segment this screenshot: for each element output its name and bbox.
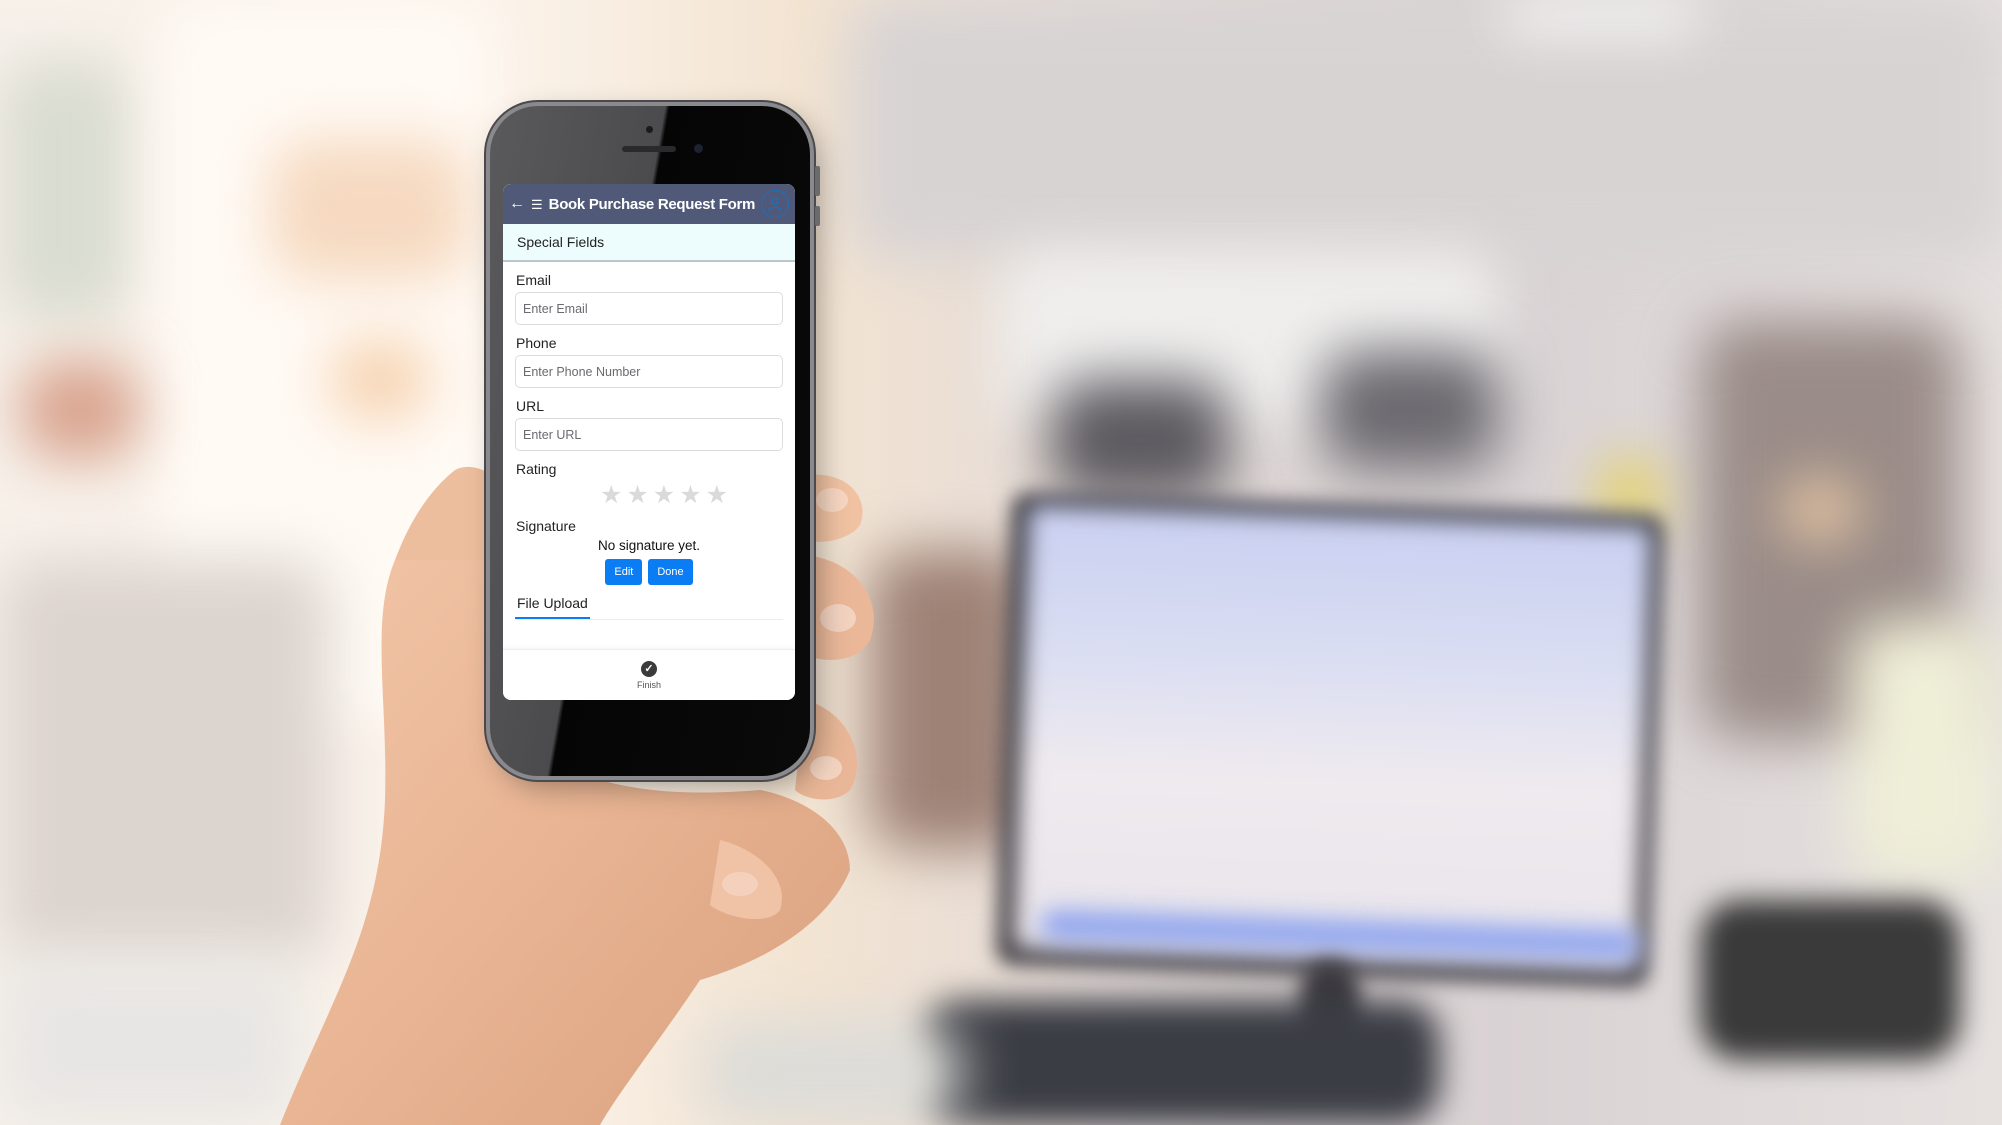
- proximity-sensor: [646, 126, 653, 133]
- star-icon[interactable]: ★: [600, 483, 622, 508]
- side-button: [815, 206, 820, 226]
- check-circle-icon: ✓: [640, 660, 657, 677]
- section-header: Special Fields: [503, 224, 795, 262]
- side-button: [815, 166, 820, 196]
- page-title: Book Purchase Request Form: [548, 195, 756, 213]
- signature-edit-button[interactable]: Edit: [605, 559, 643, 585]
- star-icon[interactable]: ★: [679, 483, 701, 508]
- finish-label: Finish: [636, 679, 661, 690]
- form-body: Email Phone URL Rating ★ ★ ★ ★ ★ Signatu…: [503, 262, 795, 620]
- earpiece-speaker: [622, 146, 676, 152]
- email-label: Email: [516, 272, 552, 288]
- finish-button[interactable]: ✓ Finish: [636, 660, 661, 690]
- blurred-office-background: [0, 0, 2002, 1125]
- star-icon[interactable]: ★: [706, 483, 728, 508]
- tab-file-upload[interactable]: File Upload: [515, 593, 590, 619]
- footer-bar: ✓ Finish: [503, 649, 795, 700]
- email-input[interactable]: [515, 292, 783, 325]
- url-label: URL: [516, 398, 545, 414]
- hamburger-menu-icon[interactable]: ☰: [531, 198, 543, 211]
- phone-label: Phone: [516, 335, 557, 351]
- url-input[interactable]: [515, 418, 783, 451]
- star-icon[interactable]: ★: [653, 483, 675, 508]
- tab-bar: File Upload: [515, 593, 783, 620]
- smartphone: ← ☰ Book Purchase Request Form Special F…: [490, 106, 820, 776]
- arrow-left-icon[interactable]: ←: [509, 196, 525, 212]
- section-title: Special Fields: [517, 234, 605, 250]
- phone-screen: ← ☰ Book Purchase Request Form Special F…: [503, 184, 795, 700]
- rating-label: Rating: [516, 461, 557, 477]
- star-icon[interactable]: ★: [626, 483, 648, 508]
- signature-label: Signature: [516, 518, 576, 534]
- signature-status: No signature yet.: [597, 538, 701, 553]
- phone-input[interactable]: [515, 355, 783, 388]
- user-avatar-icon[interactable]: [761, 190, 789, 218]
- signature-done-button[interactable]: Done: [648, 559, 693, 585]
- user-icon: [768, 197, 782, 212]
- star-rating[interactable]: ★ ★ ★ ★ ★: [545, 483, 783, 508]
- front-camera: [694, 144, 703, 153]
- app-header: ← ☰ Book Purchase Request Form: [503, 184, 795, 224]
